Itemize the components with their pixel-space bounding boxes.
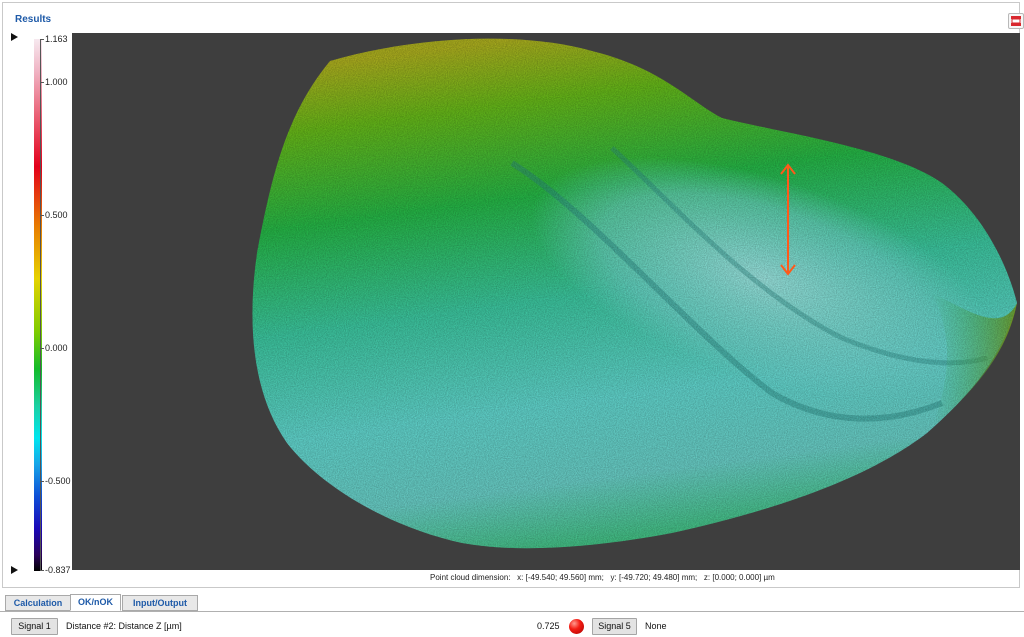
signal-5-value: None bbox=[645, 621, 667, 631]
scale-max-handle[interactable] bbox=[11, 33, 18, 41]
panel-title: Results bbox=[15, 14, 52, 25]
scale-tick bbox=[40, 481, 44, 482]
measured-value: 0.725 bbox=[537, 621, 560, 631]
scale-tick bbox=[40, 570, 44, 571]
tab-divider bbox=[0, 611, 1024, 612]
distance-label: Distance #2: Distance Z [µm] bbox=[66, 621, 182, 631]
color-scale-axis bbox=[40, 39, 41, 571]
scale-tick bbox=[40, 348, 44, 349]
scale-tick-label: -0.500 bbox=[45, 476, 71, 486]
scale-min-handle[interactable] bbox=[11, 566, 18, 574]
scale-tick bbox=[40, 215, 44, 216]
export-report-button[interactable] bbox=[1008, 13, 1024, 29]
status-bar: Signal 1 Distance #2: Distance Z [µm] 0.… bbox=[0, 616, 1024, 637]
tab-calculation[interactable]: Calculation bbox=[5, 595, 71, 611]
point-cloud-surface bbox=[252, 38, 1018, 549]
scale-tick-label: -0.837 bbox=[45, 565, 71, 575]
export-report-icon bbox=[1011, 16, 1021, 26]
scale-tick-label: 0.500 bbox=[45, 210, 68, 220]
signal-5-button[interactable]: Signal 5 bbox=[592, 618, 637, 635]
scale-tick-label: 1.000 bbox=[45, 77, 68, 87]
scale-tick bbox=[40, 82, 44, 83]
scale-tick-label: 0.000 bbox=[45, 343, 68, 353]
status-led-icon bbox=[569, 619, 584, 634]
tab-ok-nok[interactable]: OK/nOK bbox=[70, 594, 121, 611]
point-cloud-dimension: Point cloud dimension: x: [-49.540; 49.5… bbox=[430, 573, 775, 582]
scale-tick bbox=[40, 39, 44, 40]
point-cloud-viewport[interactable] bbox=[72, 33, 1020, 570]
signal-1-button[interactable]: Signal 1 bbox=[11, 618, 58, 635]
scale-tick-label: 1.163 bbox=[45, 34, 68, 44]
tab-input-output[interactable]: Input/Output bbox=[122, 595, 198, 611]
